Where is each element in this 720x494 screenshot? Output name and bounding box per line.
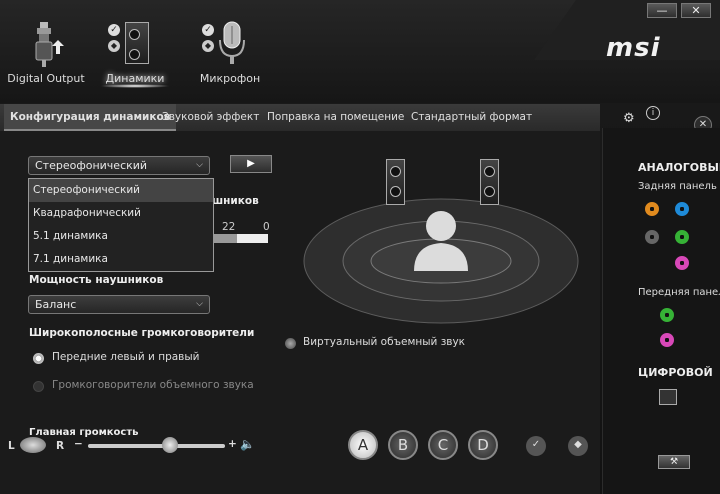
balance-left-label: L [8,440,15,452]
save-check-icon[interactable]: ✓ [526,436,546,456]
meter-fill [212,234,237,243]
speaker-config-dropdown: Стереофонический Квадрафонический 5.1 ди… [28,178,214,272]
speaker-icon [125,22,149,64]
rear-panel-label: Задняя панель [638,181,717,192]
rear-jack-pink[interactable] [675,256,689,270]
device-tab-label: Микрофон [199,72,261,85]
volume-thumb[interactable] [162,437,179,453]
headphone-power-label: Мощность наушников [29,274,164,286]
headphone-power-value: Баланс [35,298,77,311]
left-speaker-icon [386,159,405,205]
front-lr-radio[interactable] [33,353,44,364]
chevron-down-icon: ⌵ [196,299,203,309]
volume-plus-button[interactable]: + [228,438,237,450]
info-icon[interactable]: i [646,106,660,120]
dropdown-option-stereo[interactable]: Стереофонический [29,179,213,202]
meter-value-0: 0 [263,221,270,233]
check-icon: ✓ [108,24,120,36]
tab-speaker-config[interactable]: Конфигурация динамиков [4,104,177,131]
preset-b-button[interactable]: B [388,430,418,460]
check-icon: ✓ [202,24,214,36]
master-volume-label: Главная громкость [29,427,139,438]
rear-jack-green[interactable] [675,230,689,244]
surround-speakers-radio[interactable] [33,381,44,392]
active-glow [100,84,170,88]
analog-heading: АНАЛОГОВЫЙ [638,161,720,174]
connector-settings-icon[interactable]: ⚒ [658,455,690,469]
dropdown-option-quad[interactable]: Квадрафонический [29,202,213,225]
info-dot-icon: ◆ [202,40,214,52]
rear-jack-orange[interactable] [645,202,659,216]
volume-minus-button[interactable]: − [74,438,83,450]
device-tab-label: Digital Output [7,72,85,85]
dropdown-option-5-1[interactable]: 5.1 динамика [29,225,213,248]
balance-knob[interactable] [20,437,46,453]
preset-d-button[interactable]: D [468,430,498,460]
digital-heading: ЦИФРОВОЙ [638,366,713,379]
front-jack-pink[interactable] [660,333,674,347]
virtual-surround-toggle[interactable] [285,338,296,349]
digital-output-icon [35,22,64,67]
app-window: — ✕ msi Digital Output ✓ ◆ Динамики ✓ ◆ … [0,0,720,494]
speaker-volume-icon[interactable]: 🔈 [240,437,255,451]
reset-icon[interactable]: ◆ [568,436,588,456]
chevron-down-icon: ⌵ [196,160,203,170]
speaker-room-visual [303,198,579,324]
tab-bar: Конфигурация динамиков Звуковой эффект П… [0,104,600,131]
speaker-config-select[interactable]: Стереофонический ⌵ [28,156,210,175]
front-lr-option: Передние левый и правый [52,351,200,363]
virtual-surround-label: Виртуальный объемный звук [303,336,466,348]
rear-jack-grey[interactable] [645,230,659,244]
hidden-label-fragment: шников [212,195,259,207]
right-speaker-icon [480,159,499,205]
speaker-config-value: Стереофонический [35,159,148,172]
rear-jack-blue[interactable] [675,202,689,216]
jack-side-panel: АНАЛОГОВЫЙ Задняя панель Передняя панель… [602,128,720,494]
dropdown-option-7-1[interactable]: 7.1 динамика [29,248,213,271]
minimize-button[interactable]: — [647,3,677,18]
balance-right-label: R [56,440,65,452]
preset-a-button[interactable]: A [348,430,378,460]
play-test-button[interactable]: ▶ [230,155,272,173]
tab-default-format[interactable]: Стандартный формат [411,104,532,131]
preset-c-button[interactable]: C [428,430,458,460]
digital-port-icon[interactable] [659,389,677,405]
front-jack-green[interactable] [660,308,674,322]
settings-gear-icon[interactable]: ⚙ [623,111,635,126]
tab-sound-effect[interactable]: Звуковой эффект [162,104,259,131]
microphone-icon [219,21,245,64]
volume-track[interactable] [88,444,225,448]
meter-value-22: 22 [222,221,236,233]
headphone-power-select[interactable]: Баланс ⌵ [28,295,210,314]
close-button[interactable]: ✕ [681,3,711,18]
msi-logo: msi [606,33,661,63]
wideband-label: Широкополосные громкоговорители [29,327,255,339]
tab-room-correction[interactable]: Поправка на помещение [267,104,404,131]
info-dot-icon: ◆ [108,40,120,52]
front-panel-label: Передняя панель [638,287,720,298]
surround-speakers-option: Громкоговорители объемного звука [52,379,254,391]
